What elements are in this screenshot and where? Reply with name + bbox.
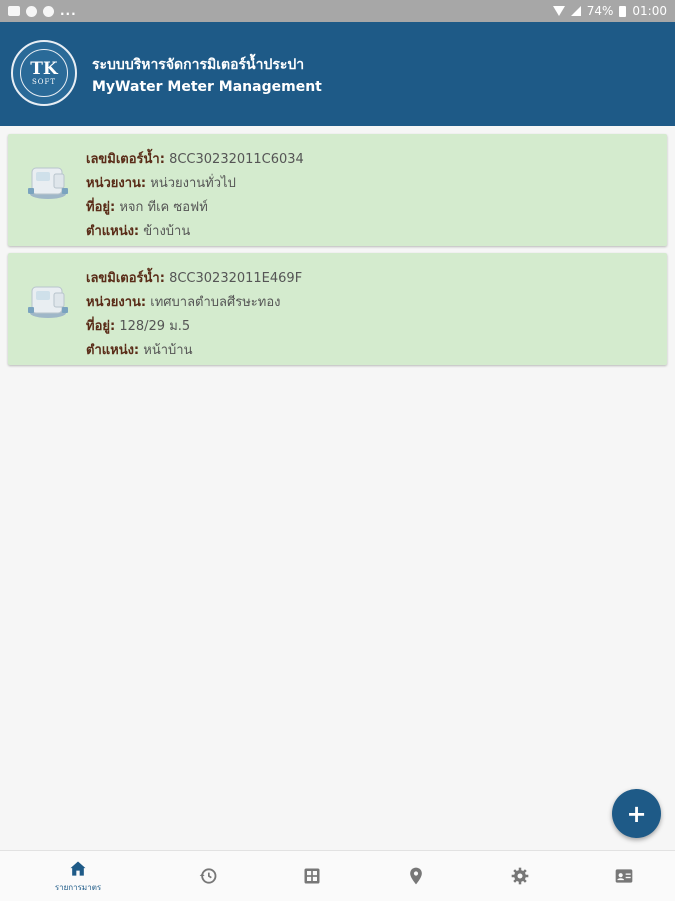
nav-settings[interactable] xyxy=(490,851,550,901)
water-meter-icon xyxy=(28,167,68,199)
unit-label: หน่วยงาน: xyxy=(86,176,147,191)
app-notification-icon xyxy=(26,5,37,17)
add-meter-button[interactable]: + xyxy=(612,789,661,838)
tk-soft-logo: TK SOFT xyxy=(11,40,77,106)
history-icon xyxy=(199,868,217,884)
meter-number-row: เลขมิเตอร์น้ำ: 8CC30232011E469F xyxy=(86,267,302,291)
signal-icon xyxy=(570,6,581,16)
chat-notification-icon xyxy=(43,5,54,17)
app-title: ระบบบริหารจัดการมิเตอร์น้ำประปา xyxy=(92,57,305,73)
address-label: ที่อยู่: xyxy=(86,319,116,334)
nav-contact[interactable] xyxy=(594,851,654,901)
nav-grid[interactable] xyxy=(282,851,342,901)
more-notifications: ... xyxy=(60,4,77,18)
unit-value: เทศบาลตำบลศีรษะทอง xyxy=(150,295,281,310)
unit-value: หน่วยงานทั่วไป xyxy=(150,176,236,191)
address-value: 128/29 ม.5 xyxy=(119,319,191,334)
address-row: ที่อยู่: หจก ทีเค ซอฟท์ xyxy=(86,196,304,220)
nav-location[interactable] xyxy=(386,851,446,901)
position-row: ตำแหน่ง: หน้าบ้าน xyxy=(86,339,302,363)
meter-number-value: 8CC30232011C6034 xyxy=(169,152,304,167)
meter-list: เลขมิเตอร์น้ำ: 8CC30232011C6034 หน่วยงาน… xyxy=(8,134,667,372)
logo-text: TK xyxy=(30,58,58,79)
home-icon xyxy=(70,861,86,876)
position-value: ข้างบ้าน xyxy=(143,224,191,239)
clock: 01:00 xyxy=(632,4,667,18)
meter-number-value: 8CC30232011E469F xyxy=(169,271,303,286)
battery-percent: 74% xyxy=(586,4,614,18)
contact-card-icon xyxy=(615,869,633,883)
app-header: TK SOFT ระบบบริหารจัดการมิเตอร์น้ำประปา … xyxy=(0,22,675,126)
plus-icon: + xyxy=(626,799,647,828)
unit-row: หน่วยงาน: หน่วยงานทั่วไป xyxy=(86,172,304,196)
wifi-icon xyxy=(552,6,565,16)
grid-icon xyxy=(304,868,320,884)
position-label: ตำแหน่ง: xyxy=(86,224,140,239)
battery-icon xyxy=(619,5,627,17)
position-row: ตำแหน่ง: ข้างบ้าน xyxy=(86,220,304,244)
bottom-navigation: รายการมาตร xyxy=(0,850,675,901)
status-bar: ... 74% 01:00 xyxy=(0,0,675,22)
address-value: หจก ทีเค ซอฟท์ xyxy=(119,200,208,215)
gear-icon xyxy=(511,867,529,885)
meter-number-label: เลขมิเตอร์น้ำ: xyxy=(86,271,165,286)
position-label: ตำแหน่ง: xyxy=(86,343,140,358)
meter-card[interactable]: เลขมิเตอร์น้ำ: 8CC30232011E469F หน่วยงาน… xyxy=(8,253,667,365)
nav-home[interactable]: รายการมาตร xyxy=(48,851,108,901)
logo-subtext: SOFT xyxy=(31,77,57,86)
position-value: หน้าบ้าน xyxy=(143,343,193,358)
meter-number-row: เลขมิเตอร์น้ำ: 8CC30232011C6034 xyxy=(86,148,304,172)
nav-home-label: รายการมาตร xyxy=(54,882,102,892)
app-subtitle: MyWater Meter Management xyxy=(92,79,322,95)
address-row: ที่อยู่: 128/29 ม.5 xyxy=(86,315,302,339)
address-label: ที่อยู่: xyxy=(86,200,116,215)
water-meter-icon xyxy=(28,286,68,318)
unit-row: หน่วยงาน: เทศบาลตำบลศีรษะทอง xyxy=(86,291,302,315)
meter-number-label: เลขมิเตอร์น้ำ: xyxy=(86,152,165,167)
unit-label: หน่วยงาน: xyxy=(86,295,147,310)
location-pin-icon xyxy=(410,867,422,885)
nav-history[interactable] xyxy=(178,851,238,901)
meter-card[interactable]: เลขมิเตอร์น้ำ: 8CC30232011C6034 หน่วยงาน… xyxy=(8,134,667,246)
image-notification-icon xyxy=(8,6,20,16)
